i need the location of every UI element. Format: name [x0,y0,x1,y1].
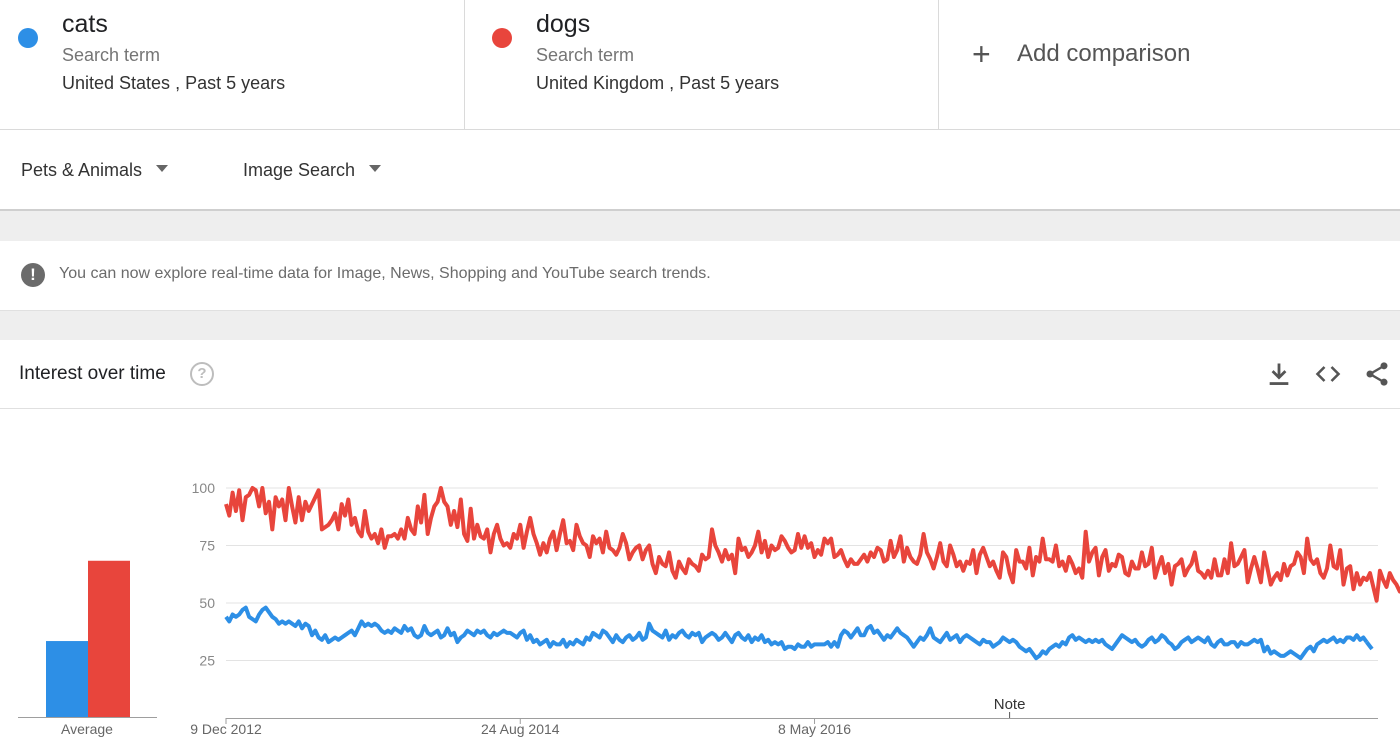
term-name: cats [62,10,108,38]
caret-down-icon [369,164,382,172]
search-term-card-dogs[interactable]: dogs Search term United Kingdom , Past 5… [465,0,939,130]
exclamation-icon: ! [21,263,45,287]
series-line-cats[interactable] [224,605,1369,661]
share-icon[interactable] [1363,360,1391,388]
note-label: Note [994,696,1026,713]
search-type-dropdown[interactable]: Image Search [243,160,382,181]
series-lines[interactable] [224,486,1400,661]
search-type-label: Image Search [243,160,356,180]
add-comparison-label: Add comparison [1017,40,1191,67]
category-label: Pets & Animals [21,160,143,180]
chart-note[interactable]: Note [994,696,1026,718]
series-line-dogs[interactable] [224,486,1400,603]
plus-icon: + [972,36,991,72]
add-comparison-button[interactable]: + Add comparison [939,0,1400,130]
y-tick-label: 75 [199,538,215,554]
category-dropdown[interactable]: Pets & Animals [21,160,169,181]
section-divider [0,311,1400,340]
notice-text: You can now explore real-time data for I… [59,265,711,282]
interest-over-time-chart[interactable]: Average 25 50 75 100 9 Dec 2012 24 Aug 2014 8… [0,409,1400,744]
card-header: Interest over time ? [0,340,1400,409]
x-axis-ticks: 9 Dec 2012 24 Aug 2014 8 May 2016 [190,718,851,737]
embed-code-icon[interactable] [1314,360,1342,388]
term-kind: Search term [62,45,161,65]
average-label: Average [61,721,113,737]
term-name: dogs [536,10,591,38]
caret-down-icon [156,164,169,172]
term-scope[interactable]: United States , Past 5 years [62,73,285,94]
y-axis-ticks: 25 50 75 100 [192,480,216,669]
filter-bar: Pets & Animals Image Search [0,130,1400,211]
y-tick-label: 50 [199,595,215,611]
partial-segment-cats [1365,640,1374,651]
y-tick-label: 100 [192,480,216,496]
term-kind: Search term [536,45,635,65]
download-icon[interactable] [1265,360,1293,388]
info-notice: ! You can now explore real-time data for… [0,241,1400,311]
average-bar-cats[interactable] [46,641,88,717]
chart-gridlines [226,487,1378,719]
y-tick-label: 25 [199,653,215,669]
series-color-dot [492,28,512,48]
search-term-card-cats[interactable]: cats Search term United States , Past 5 … [0,0,465,130]
average-bar-dogs[interactable] [88,560,130,717]
average-bar-chart: Average [18,560,157,737]
comparison-bar: cats Search term United States , Past 5 … [0,0,1400,130]
term-scope[interactable]: United Kingdom , Past 5 years [536,73,779,94]
help-circle-icon[interactable]: ? [190,362,214,386]
section-divider [0,211,1400,241]
card-title: Interest over time [19,363,166,384]
series-color-dot [18,28,38,48]
